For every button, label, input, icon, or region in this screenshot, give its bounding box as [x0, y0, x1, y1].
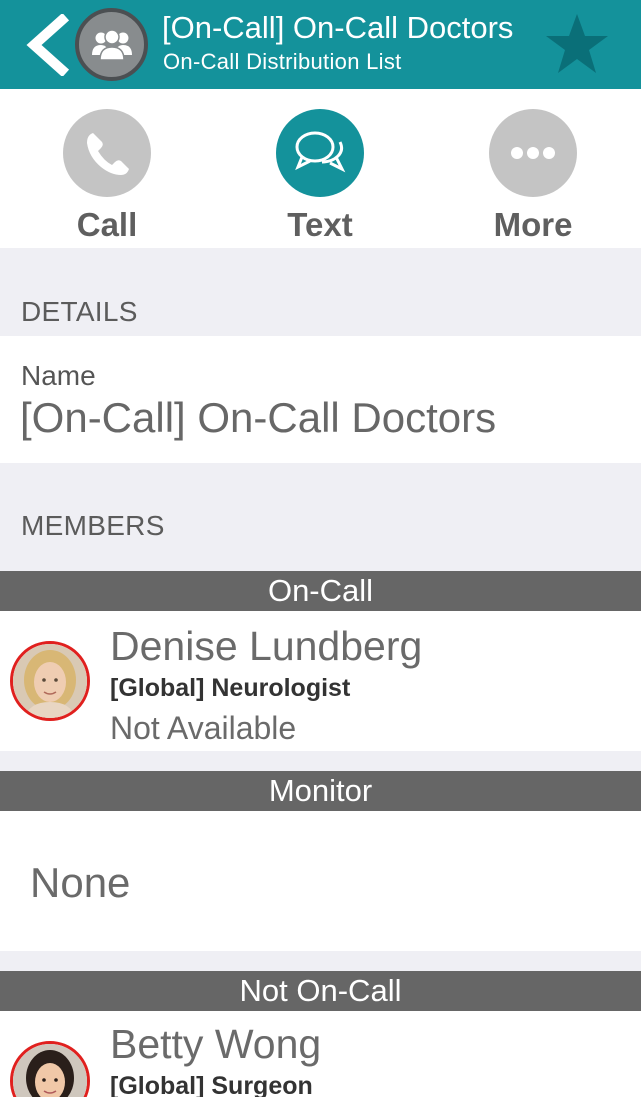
group-header-monitor: Monitor [0, 771, 641, 811]
member-row[interactable]: Betty Wong [Global] Surgeon [0, 1011, 641, 1097]
header-subtitle: On-Call Distribution List [163, 49, 402, 74]
ellipsis-icon [489, 109, 577, 197]
avatar [10, 1041, 90, 1097]
members-section-title: MEMBERS [21, 510, 165, 541]
text-button[interactable]: Text [240, 89, 400, 248]
empty-group-text: None [30, 859, 131, 906]
call-label: Call [76, 206, 138, 243]
details-card: Name [On-Call] On-Call Doctors [0, 336, 641, 463]
chevron-left-icon[interactable] [24, 14, 70, 76]
group-header-on-call: On-Call [0, 571, 641, 611]
name-field-value: [On-Call] On-Call Doctors [20, 394, 497, 441]
group-header-not-on-call: Not On-Call [0, 971, 641, 1011]
member-role: [Global] Surgeon [110, 1072, 313, 1097]
chat-bubbles-icon [276, 109, 364, 197]
call-button[interactable]: Call [27, 89, 187, 248]
avatar [10, 641, 90, 721]
more-label: More [493, 206, 573, 243]
member-status: Not Available [110, 710, 297, 746]
member-role: [Global] Neurologist [110, 674, 351, 702]
member-row[interactable]: Denise Lundberg [Global] Neurologist Not… [0, 611, 641, 751]
details-section-title: DETAILS [21, 296, 138, 327]
member-name: Denise Lundberg [110, 623, 423, 669]
star-icon[interactable] [544, 12, 610, 76]
name-field-label: Name [21, 360, 96, 391]
phone-icon [63, 109, 151, 197]
header-title: [On-Call] On-Call Doctors [162, 10, 514, 45]
action-bar: Call Text More [0, 89, 641, 248]
nav-header: [On-Call] On-Call Doctors On-Call Distri… [0, 0, 641, 89]
group-icon [75, 8, 148, 81]
member-name: Betty Wong [110, 1021, 322, 1067]
text-label: Text [287, 206, 353, 243]
empty-group-card: None [0, 811, 641, 951]
more-button[interactable]: More [453, 89, 613, 248]
